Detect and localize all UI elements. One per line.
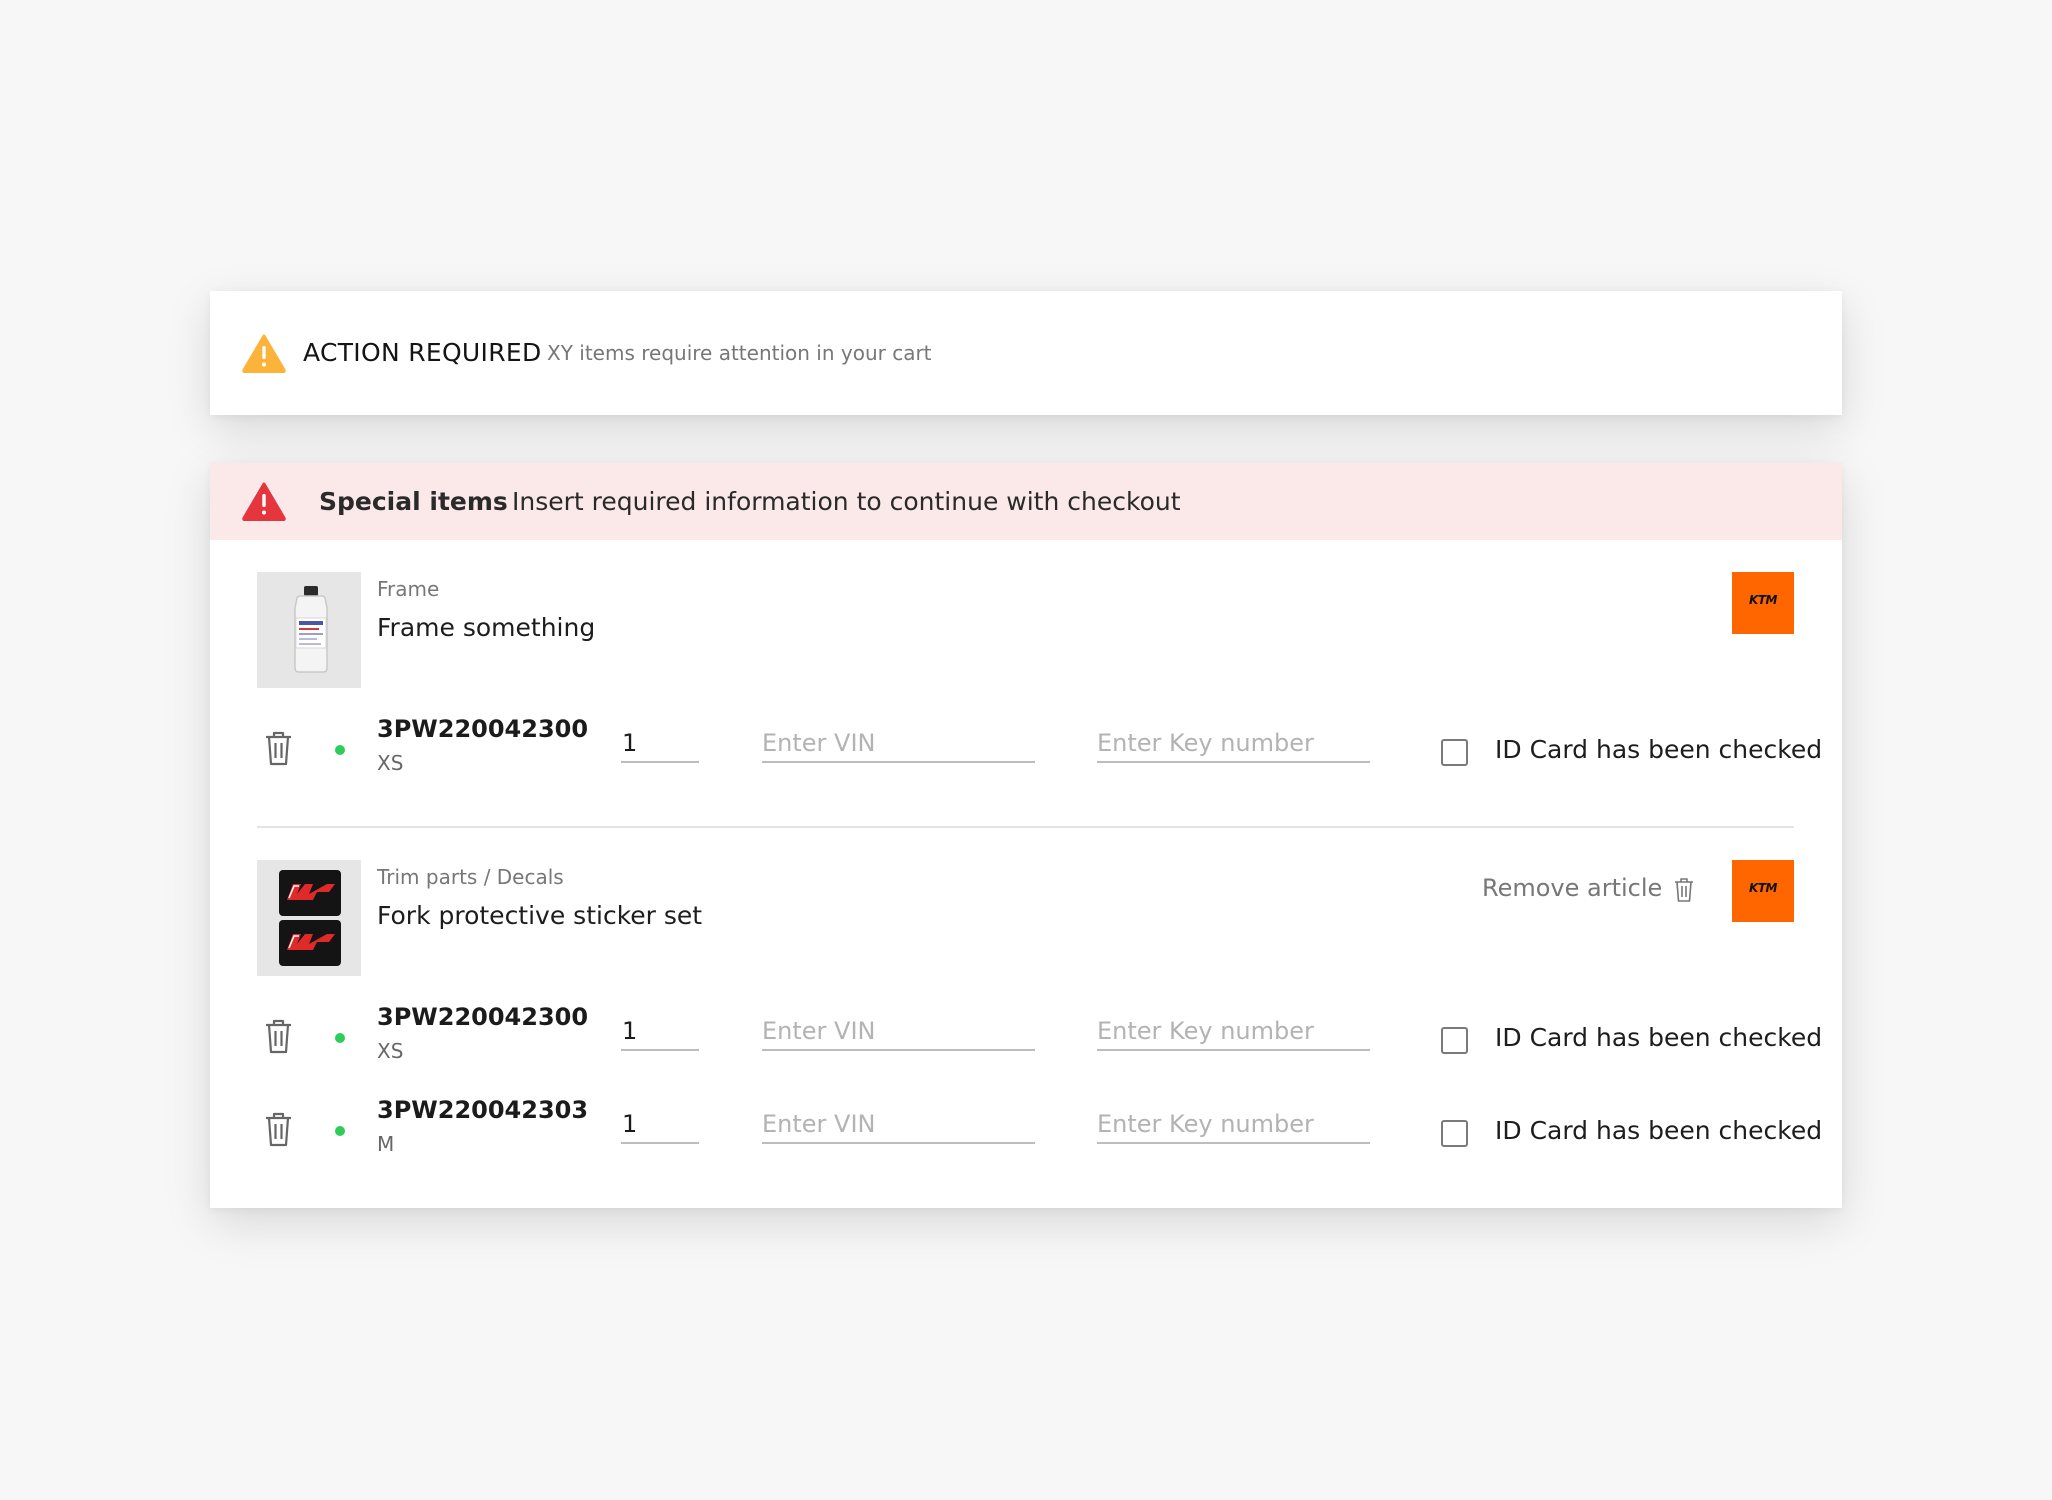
special-items-title: Special items — [319, 487, 508, 516]
id-card-checkbox-label[interactable]: ID Card has been checked — [1495, 735, 1822, 764]
vin-input[interactable]: Enter VIN — [762, 1013, 1035, 1051]
variant-sku: 3PW220042300 — [377, 715, 589, 743]
id-card-checkbox[interactable] — [1441, 1120, 1468, 1147]
article-category: Trim parts / Decals — [377, 865, 564, 889]
quantity-field[interactable]: 1 — [621, 1106, 699, 1144]
variant-sku: 3PW220042300 — [377, 1003, 589, 1031]
vin-input[interactable]: Enter VIN — [762, 725, 1035, 763]
id-card-checkbox-label[interactable]: ID Card has been checked — [1495, 1023, 1822, 1052]
brand-logo-text: KTM — [1749, 881, 1777, 895]
sticker-set-icon — [279, 870, 341, 966]
variant-sku: 3PW220042303 — [377, 1096, 589, 1124]
id-card-checkbox[interactable] — [1441, 1027, 1468, 1054]
error-triangle-icon — [242, 482, 286, 521]
key-number-input[interactable]: Enter Key number — [1097, 725, 1370, 763]
variant-row: 3PW220042300 XS 1 Enter VIN Enter Key nu… — [210, 709, 1842, 789]
article-category: Frame — [377, 577, 440, 601]
warning-triangle-icon — [242, 334, 286, 373]
trash-icon[interactable] — [263, 729, 294, 767]
product-thumbnail-sticker-set — [257, 860, 361, 976]
variant-row: 3PW220042303 M 1 Enter VIN Enter Key num… — [210, 1090, 1842, 1170]
article-divider — [257, 826, 1794, 828]
id-card-checkbox-label[interactable]: ID Card has been checked — [1495, 1116, 1822, 1145]
brand-logo-ktm: KTM — [1732, 572, 1794, 634]
special-items-message: Insert required information to continue … — [512, 487, 1181, 516]
variant-size: XS — [377, 751, 404, 775]
vin-input[interactable]: Enter VIN — [762, 1106, 1035, 1144]
quantity-field[interactable]: 1 — [621, 725, 699, 763]
brand-logo-ktm: KTM — [1732, 860, 1794, 922]
stock-status-dot — [335, 1033, 345, 1043]
variant-size: M — [377, 1132, 395, 1156]
action-required-subtitle: XY items require attention in your cart — [547, 341, 932, 365]
action-required-card: ACTION REQUIRED XY items require attenti… — [210, 291, 1842, 415]
special-items-banner: Special items Insert required informatio… — [210, 463, 1842, 540]
bottle-icon — [294, 586, 328, 673]
quantity-field[interactable]: 1 — [621, 1013, 699, 1051]
action-required-title: ACTION REQUIRED — [303, 338, 542, 367]
article-name: Fork protective sticker set — [377, 901, 703, 930]
variant-size: XS — [377, 1039, 404, 1063]
variant-row: 3PW220042300 XS 1 Enter VIN Enter Key nu… — [210, 997, 1842, 1077]
remove-article-button[interactable]: Remove article — [1482, 874, 1662, 902]
key-number-input[interactable]: Enter Key number — [1097, 1013, 1370, 1051]
trash-icon[interactable] — [1673, 877, 1695, 903]
trash-icon[interactable] — [263, 1110, 294, 1148]
special-items-card: Special items Insert required informatio… — [210, 463, 1842, 1208]
stock-status-dot — [335, 745, 345, 755]
article-name: Frame something — [377, 613, 596, 642]
stock-status-dot — [335, 1126, 345, 1136]
brand-logo-text: KTM — [1749, 593, 1777, 607]
product-thumbnail-bottle — [257, 572, 361, 688]
id-card-checkbox[interactable] — [1441, 739, 1468, 766]
key-number-input[interactable]: Enter Key number — [1097, 1106, 1370, 1144]
trash-icon[interactable] — [263, 1017, 294, 1055]
